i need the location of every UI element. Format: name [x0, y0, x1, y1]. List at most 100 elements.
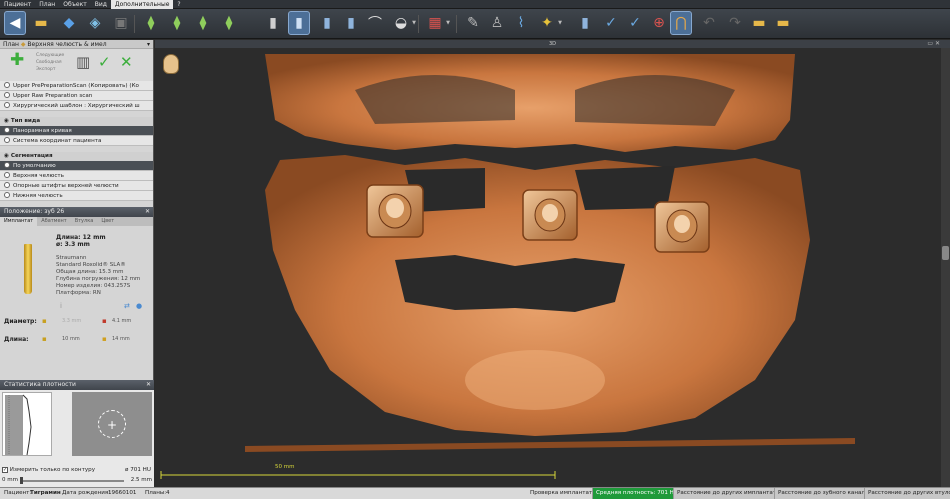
segment-row[interactable]: Опорные штифты верхней челюсти: [0, 181, 153, 191]
trash-icon[interactable]: ▥: [76, 53, 90, 71]
measure-icon[interactable]: ♙: [486, 11, 508, 35]
menu-bar: Пациент План Объект Вид Дополнительные ?: [0, 0, 950, 9]
tab-abutment[interactable]: Абатмент: [37, 217, 71, 226]
implant-icon: [24, 244, 32, 294]
segmentation-group[interactable]: ◉ Сегментация: [0, 152, 153, 161]
implant-sleeve-icon[interactable]: ▮: [340, 11, 362, 35]
diameter-row: Диаметр: ▪ 3.3 mm ▪ 4.1 mm: [0, 314, 153, 332]
plan-actions: ✚ Следующие Свободная Экспорт ▥ ✓ ✕: [0, 49, 153, 81]
menu-extra[interactable]: Дополнительные: [110, 0, 174, 9]
print-icon[interactable]: ▣: [110, 11, 132, 35]
object-row[interactable]: Upper Raw Preparation scan: [0, 91, 153, 101]
segment-row[interactable]: По умолчанию: [0, 161, 153, 171]
menu-object[interactable]: Объект: [59, 0, 90, 9]
density-panel-header: Статистика плотности ✕: [0, 380, 154, 390]
density-icon[interactable]: ▦ ▼: [424, 11, 450, 35]
density-panel: Статистика плотности ✕ + ✓ Измерить тольк…: [0, 380, 154, 487]
menu-help[interactable]: ?: [173, 0, 184, 9]
plan-name: Верхняя челюсть & имел: [27, 41, 107, 48]
info-icon[interactable]: i: [60, 302, 62, 310]
sleeve-distance-chip[interactable]: Расстояние до других втулок: [864, 488, 950, 499]
lock-icon: ▪: [42, 335, 47, 343]
implant-add-icon[interactable]: ⧫: [140, 11, 162, 35]
hu-value: ø 701 HU: [125, 467, 151, 473]
implant-crosshair-icon[interactable]: +: [98, 410, 126, 438]
checkbox-checked-icon[interactable]: ✓: [2, 467, 8, 473]
density-section-view: +: [72, 392, 152, 456]
close-icon[interactable]: ✕: [146, 380, 151, 390]
folder-open-icon[interactable]: ▬: [748, 11, 770, 35]
lock-icon: ▪: [42, 317, 47, 325]
implant-axis-icon[interactable]: ⧫: [218, 11, 240, 35]
redo-icon[interactable]: ↷: [724, 11, 746, 35]
implant-tabs: Имплантат Абатмент Втулка Цвет: [0, 217, 153, 226]
template-icon[interactable]: ⌒: [364, 11, 386, 35]
patient-dob: 19660101: [108, 490, 137, 496]
conflict-icon[interactable]: ⊕: [648, 11, 670, 35]
view-type-row[interactable]: Система координат пациента: [0, 136, 153, 146]
depth-range-slider[interactable]: 0 mm 2.5 mm: [2, 476, 152, 485]
settings-icon[interactable]: ●: [136, 302, 142, 310]
main-toolbar: ◀ ▬ ◆ ◈ ▣ ⧫ ⧫ ⧫ ⧫ ▮ ▮ ▮ ▮ ⌒ ◒ ▼ ▦ ▼ ✎ ♙ ⌇ …: [0, 9, 950, 39]
surgical-sleeve-center: [522, 189, 578, 241]
tab-color[interactable]: Цвет: [97, 217, 118, 226]
undo-icon[interactable]: ↶: [698, 11, 720, 35]
view-type-row[interactable]: Панорамная кривая: [0, 126, 153, 136]
marker-icon[interactable]: ▮: [574, 11, 596, 35]
approve-icon[interactable]: ✓: [98, 53, 111, 71]
link-icon[interactable]: ⇄: [124, 302, 130, 310]
export-icon[interactable]: ◈: [84, 11, 106, 35]
jaw-3d-render: [160, 54, 855, 479]
tab-sleeve[interactable]: Втулка: [71, 217, 98, 226]
chevron-down-icon[interactable]: ▾: [147, 40, 150, 49]
menu-view[interactable]: Вид: [91, 0, 111, 9]
menu-plan[interactable]: План: [35, 0, 59, 9]
tab-implant[interactable]: Имплантат: [0, 217, 38, 226]
implant-rotate-icon[interactable]: ⧫: [192, 11, 214, 35]
implant-diameter: ø: 3.3 mm: [56, 241, 90, 248]
brush-icon[interactable]: ✎: [462, 11, 484, 35]
view-type-group[interactable]: ◉ Тип вида: [0, 117, 153, 126]
status-bar: Пациент: Тиграмин Дата рождения: 1966010…: [0, 487, 950, 499]
object-row[interactable]: Upper PrePreparationScan (Копировать) (К…: [0, 81, 153, 91]
tooth-icon: ◆: [20, 41, 26, 48]
viewport-3d[interactable]: 3D ▭ ✕ 50 mm: [155, 40, 950, 487]
add-plan-icon[interactable]: ✚: [10, 50, 24, 70]
menu-patient[interactable]: Пациент: [0, 0, 35, 9]
nerve-icon[interactable]: ⌇: [510, 11, 532, 35]
density-plot: [2, 392, 52, 456]
object-row[interactable]: Хирургический шаблон : Хирургический ш: [0, 101, 153, 111]
length-row: Длина: ▪ 10 mm ▪ 14 mm: [0, 332, 153, 350]
open-folder-icon[interactable]: ▬: [30, 11, 52, 35]
surgical-sleeve-right: [654, 201, 710, 253]
segment-row[interactable]: Нижняя челюсть: [0, 191, 153, 201]
abutment-icon[interactable]: ✦ ▼: [536, 11, 562, 35]
plans-count: 4: [166, 490, 170, 496]
sleeve-check-icon[interactable]: ✓: [624, 11, 646, 35]
implant-move-icon[interactable]: ⧫: [166, 11, 188, 35]
density-check-chip[interactable]: Средняя плотность: 701 HU: [592, 488, 681, 499]
scale-label: 50 mm: [275, 464, 295, 470]
implant-depth-icon[interactable]: ▮: [316, 11, 338, 35]
segment-row[interactable]: Верхняя челюсть: [0, 171, 153, 181]
implant-length: Длина: 12 mm: [56, 234, 106, 241]
red-marker-icon: ▪: [102, 317, 107, 325]
implant-info: Длина: 12 mm ø: 3.3 mm Straumann Standar…: [0, 226, 153, 314]
close-plan-icon[interactable]: ✕: [120, 53, 133, 71]
canal-distance-chip[interactable]: Расстояние до зубного канала: [774, 488, 872, 499]
implant-align-icon[interactable]: ▮: [262, 11, 284, 35]
contour-checkbox-row[interactable]: ✓ Измерить только по контуру: [2, 467, 95, 473]
arch-icon[interactable]: ⋂: [670, 11, 692, 35]
implant-selected-icon[interactable]: ▮: [288, 11, 310, 35]
panorama-icon[interactable]: ✓: [600, 11, 622, 35]
plan-selector[interactable]: План ◆ Верхняя челюсть & имел ▾: [0, 40, 153, 49]
view-options-icon[interactable]: ◒ ▼: [390, 11, 416, 35]
implant-distance-chip[interactable]: Расстояние до других имплантатов: [673, 488, 786, 499]
density-profile-chart: [5, 394, 32, 456]
save-icon[interactable]: ◆: [58, 11, 80, 35]
yellow-marker-icon: ▪: [102, 335, 107, 343]
close-icon[interactable]: ✕: [145, 207, 150, 217]
folder-save-icon[interactable]: ▬: [772, 11, 794, 35]
implant-panel-header: Положение: зуб 26 ✕: [0, 207, 153, 217]
back-arrow-icon[interactable]: ◀: [4, 11, 26, 35]
